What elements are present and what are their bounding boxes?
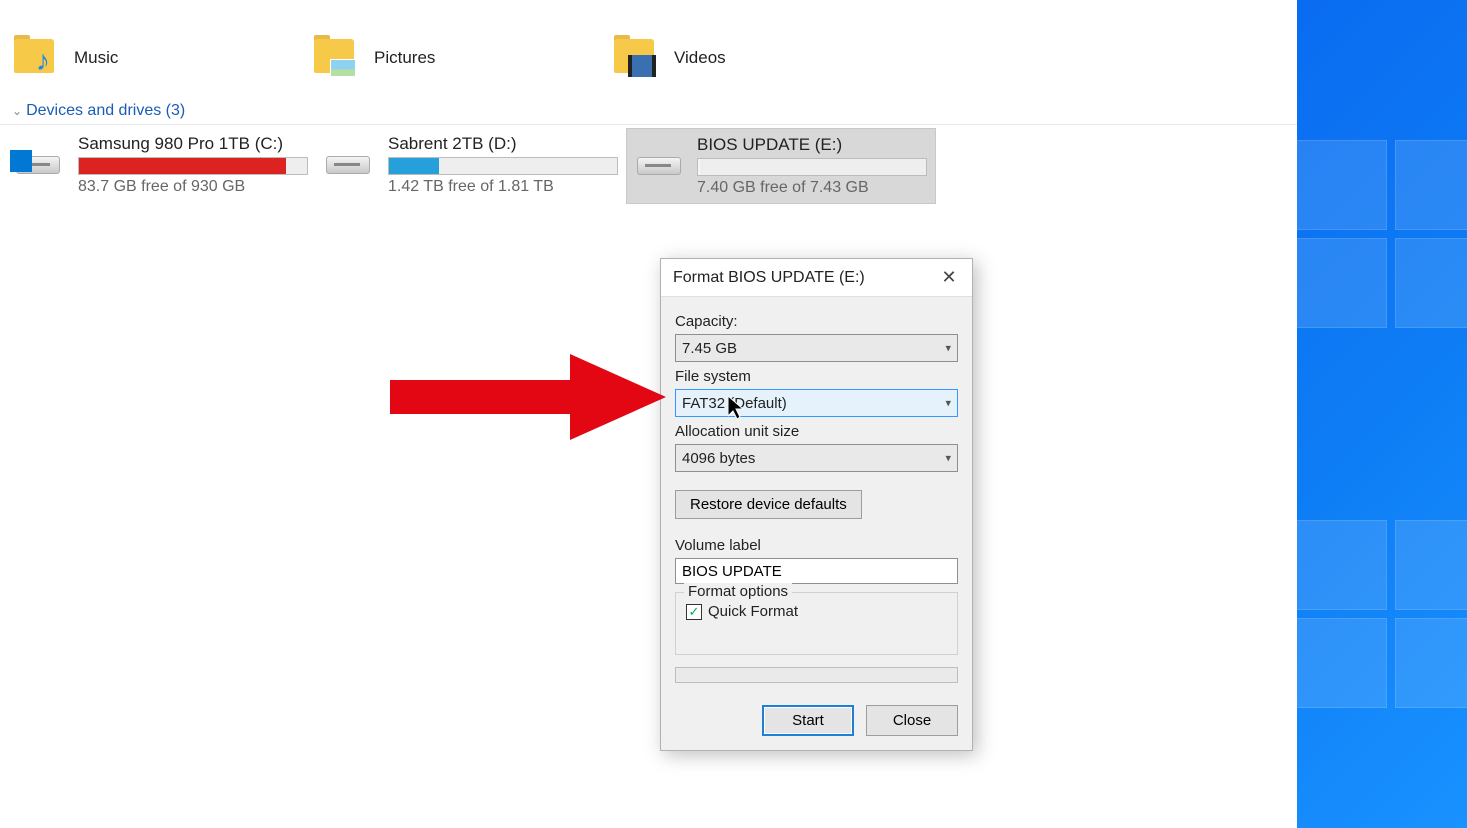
capacity-value: 7.45 GB bbox=[682, 340, 737, 357]
chevron-down-icon: ▾ bbox=[945, 397, 951, 410]
capacity-combo[interactable]: 7.45 GB ▾ bbox=[675, 334, 958, 362]
drive-name: BIOS UPDATE (E:) bbox=[697, 135, 927, 155]
format-progress-bar bbox=[675, 667, 958, 683]
desktop-background-strip bbox=[1297, 0, 1467, 828]
folders-row: ♪ Music Pictures Videos bbox=[0, 28, 900, 88]
folder-label: Videos bbox=[674, 48, 726, 68]
quick-format-label: Quick Format bbox=[708, 603, 798, 620]
allocation-combo[interactable]: 4096 bytes ▾ bbox=[675, 444, 958, 472]
quick-format-checkbox[interactable]: ✓ bbox=[686, 604, 702, 620]
chevron-down-icon: ▾ bbox=[945, 452, 951, 465]
folder-pictures[interactable]: Pictures bbox=[300, 28, 600, 88]
usage-bar bbox=[697, 158, 927, 176]
folder-label: Music bbox=[74, 48, 118, 68]
close-icon[interactable]: ✕ bbox=[926, 259, 972, 297]
filesystem-combo[interactable]: FAT32 (Default) ▾ bbox=[675, 389, 958, 417]
drive-c[interactable]: Samsung 980 Pro 1TB (C:) 83.7 GB free of… bbox=[6, 128, 316, 204]
hard-drive-icon bbox=[635, 149, 683, 185]
folder-music[interactable]: ♪ Music bbox=[0, 28, 300, 88]
quick-format-row[interactable]: ✓ Quick Format bbox=[686, 603, 947, 620]
allocation-label: Allocation unit size bbox=[675, 423, 958, 440]
filesystem-label: File system bbox=[675, 368, 958, 385]
chevron-down-icon: ▾ bbox=[945, 342, 951, 355]
videos-folder-icon bbox=[610, 33, 660, 83]
dialog-titlebar[interactable]: Format BIOS UPDATE (E:) ✕ bbox=[661, 259, 972, 297]
drive-free-text: 1.42 TB free of 1.81 TB bbox=[388, 178, 618, 196]
usage-bar bbox=[78, 157, 308, 175]
filesystem-value: FAT32 (Default) bbox=[682, 395, 787, 412]
drives-row: Samsung 980 Pro 1TB (C:) 83.7 GB free of… bbox=[6, 128, 936, 204]
folder-label: Pictures bbox=[374, 48, 435, 68]
format-dialog: Format BIOS UPDATE (E:) ✕ Capacity: 7.45… bbox=[660, 258, 973, 751]
volume-label-input[interactable] bbox=[675, 558, 958, 584]
dialog-title: Format BIOS UPDATE (E:) bbox=[673, 269, 865, 287]
allocation-value: 4096 bytes bbox=[682, 450, 755, 467]
explorer-window[interactable]: ♪ Music Pictures Videos ⌄ Devices and dri… bbox=[0, 0, 1297, 828]
capacity-label: Capacity: bbox=[675, 313, 958, 330]
drive-d[interactable]: Sabrent 2TB (D:) 1.42 TB free of 1.81 TB bbox=[316, 128, 626, 204]
restore-defaults-button[interactable]: Restore device defaults bbox=[675, 490, 862, 519]
volume-label-caption: Volume label bbox=[675, 537, 958, 554]
chevron-down-icon: ⌄ bbox=[12, 104, 22, 118]
pictures-folder-icon bbox=[310, 33, 360, 83]
folder-videos[interactable]: Videos bbox=[600, 28, 900, 88]
drive-free-text: 7.40 GB free of 7.43 GB bbox=[697, 179, 927, 197]
hard-drive-icon bbox=[324, 148, 374, 184]
drive-name: Sabrent 2TB (D:) bbox=[388, 134, 618, 154]
start-button[interactable]: Start bbox=[762, 705, 854, 736]
hard-drive-icon bbox=[14, 148, 64, 184]
drive-name: Samsung 980 Pro 1TB (C:) bbox=[78, 134, 308, 154]
drive-free-text: 83.7 GB free of 930 GB bbox=[78, 178, 308, 196]
format-options-fieldset: Format options ✓ Quick Format bbox=[675, 592, 958, 655]
usage-bar bbox=[388, 157, 618, 175]
close-button[interactable]: Close bbox=[866, 705, 958, 736]
section-label: Devices and drives (3) bbox=[26, 102, 185, 119]
format-options-legend: Format options bbox=[684, 583, 792, 600]
devices-section-header[interactable]: ⌄ Devices and drives (3) bbox=[0, 98, 1297, 125]
music-folder-icon: ♪ bbox=[10, 33, 60, 83]
drive-e[interactable]: BIOS UPDATE (E:) 7.40 GB free of 7.43 GB bbox=[626, 128, 936, 204]
